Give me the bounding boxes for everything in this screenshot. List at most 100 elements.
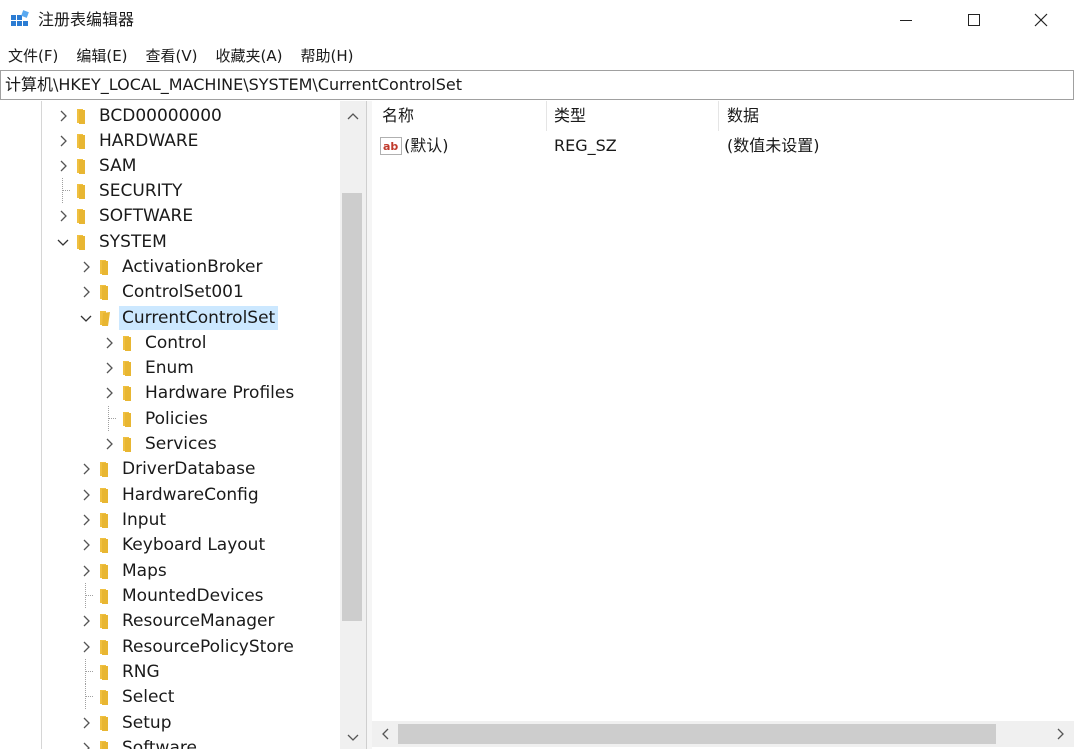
scroll-right-button[interactable] xyxy=(1048,721,1074,747)
tree-item-label: ResourcePolicyStore xyxy=(122,636,294,657)
folder-icon xyxy=(98,638,114,656)
chevron-right-icon[interactable] xyxy=(77,608,95,633)
tree-item-bcd00000000[interactable]: BCD00000000 xyxy=(54,103,225,128)
tree-item-label: MountedDevices xyxy=(122,585,264,606)
chevron-right-icon[interactable] xyxy=(77,558,95,583)
column-header-name[interactable]: 名称 xyxy=(372,101,546,131)
folder-icon xyxy=(98,587,114,605)
tree-item-select[interactable]: Select xyxy=(77,684,177,709)
menu-help[interactable]: 帮助(H) xyxy=(291,44,362,68)
tree-item-security[interactable]: SECURITY xyxy=(54,178,185,203)
chevron-right-icon[interactable] xyxy=(77,710,95,735)
chevron-right-icon[interactable] xyxy=(77,482,95,507)
chevron-down-icon[interactable] xyxy=(54,229,72,254)
tree-item-services[interactable]: Services xyxy=(100,431,220,456)
chevron-right-icon[interactable] xyxy=(77,279,95,304)
folder-icon xyxy=(98,562,114,580)
tree-item-label: RNG xyxy=(122,661,160,682)
folder-icon xyxy=(75,107,91,125)
scroll-thumb[interactable] xyxy=(398,724,996,744)
tree-item-label: Hardware Profiles xyxy=(145,382,295,403)
menu-favorites[interactable]: 收藏夹(A) xyxy=(207,44,292,68)
chevron-right-icon[interactable] xyxy=(77,456,95,481)
tree-divider xyxy=(41,101,42,749)
scroll-left-button[interactable] xyxy=(372,721,398,747)
tree-item-rng[interactable]: RNG xyxy=(77,659,163,684)
tree-item-hardware[interactable]: HARDWARE xyxy=(54,128,201,153)
address-bar[interactable]: 计算机\HKEY_LOCAL_MACHINE\SYSTEM\CurrentCon… xyxy=(0,70,1074,100)
chevron-right-icon[interactable] xyxy=(100,355,118,380)
tree-item-system[interactable]: SYSTEM xyxy=(54,229,170,254)
tree-item-activationbroker[interactable]: ActivationBroker xyxy=(77,254,265,279)
column-header-data[interactable]: 数据 xyxy=(717,101,1017,131)
folder-icon xyxy=(121,384,137,402)
folder-icon xyxy=(98,536,114,554)
maximize-icon xyxy=(966,12,982,28)
scroll-thumb[interactable] xyxy=(342,193,362,621)
folder-icon xyxy=(121,410,137,428)
tree-item-label: CurrentControlSet xyxy=(119,305,279,330)
tree-item-driverdatabase[interactable]: DriverDatabase xyxy=(77,456,258,481)
chevron-right-icon[interactable] xyxy=(77,735,95,749)
tree-item-maps[interactable]: Maps xyxy=(77,558,170,583)
tree-item-label: Control xyxy=(145,332,207,353)
chevron-down-icon[interactable] xyxy=(77,305,95,330)
tree-item-policies[interactable]: Policies xyxy=(100,406,211,431)
tree-item-software[interactable]: SOFTWARE xyxy=(54,203,196,228)
value-row[interactable]: ab (默认) REG_SZ (数值未设置) xyxy=(372,133,1072,159)
menu-file[interactable]: 文件(F) xyxy=(0,44,67,68)
tree-connector xyxy=(54,178,72,203)
close-icon xyxy=(1033,12,1049,28)
minimize-button[interactable] xyxy=(872,0,940,40)
chevron-right-icon[interactable] xyxy=(54,103,72,128)
tree-item-control[interactable]: Control xyxy=(100,330,209,355)
column-header-type[interactable]: 类型 xyxy=(544,101,718,131)
chevron-right-icon[interactable] xyxy=(54,203,72,228)
tree-item-sam[interactable]: SAM xyxy=(54,153,139,178)
tree-item-label: Maps xyxy=(122,560,167,581)
folder-icon xyxy=(98,511,114,529)
chevron-right-icon[interactable] xyxy=(77,254,95,279)
chevron-right-icon[interactable] xyxy=(54,153,72,178)
tree-item-currentcontrolset[interactable]: CurrentControlSet xyxy=(77,305,279,330)
minimize-icon xyxy=(898,12,914,28)
folder-icon xyxy=(98,283,114,301)
scroll-down-button[interactable] xyxy=(340,723,366,749)
tree-item-hardware-profiles[interactable]: Hardware Profiles xyxy=(100,380,297,405)
values-horizontal-scrollbar[interactable] xyxy=(372,721,1074,747)
tree-item-input[interactable]: Input xyxy=(77,507,169,532)
tree-vertical-scrollbar[interactable] xyxy=(340,101,366,749)
tree-item-label: BCD00000000 xyxy=(99,105,222,126)
tree-item-keyboard-layout[interactable]: Keyboard Layout xyxy=(77,532,268,557)
chevron-right-icon[interactable] xyxy=(100,330,118,355)
scroll-up-button[interactable] xyxy=(340,101,366,127)
tree-item-label: ActivationBroker xyxy=(122,256,263,277)
folder-icon xyxy=(98,486,114,504)
chevron-right-icon[interactable] xyxy=(54,128,72,153)
tree-item-resourcepolicystore[interactable]: ResourcePolicyStore xyxy=(77,634,297,659)
close-button[interactable] xyxy=(1007,0,1075,40)
tree-item-label: ResourceManager xyxy=(122,610,275,631)
folder-icon xyxy=(75,157,91,175)
tree-item-label: Enum xyxy=(145,357,194,378)
menu-view[interactable]: 查看(V) xyxy=(137,44,207,68)
folder-icon xyxy=(98,612,114,630)
chevron-right-icon[interactable] xyxy=(100,431,118,456)
tree-item-setup[interactable]: Setup xyxy=(77,710,174,735)
maximize-button[interactable] xyxy=(940,0,1008,40)
tree-item-enum[interactable]: Enum xyxy=(100,355,197,380)
tree-item-label: HardwareConfig xyxy=(122,484,259,505)
tree-item-software-system[interactable]: Software xyxy=(77,735,200,749)
chevron-right-icon[interactable] xyxy=(77,532,95,557)
chevron-right-icon[interactable] xyxy=(77,507,95,532)
tree-item-resourcemanager[interactable]: ResourceManager xyxy=(77,608,277,633)
chevron-right-icon[interactable] xyxy=(100,380,118,405)
tree-item-hardwareconfig[interactable]: HardwareConfig xyxy=(77,482,262,507)
string-value-icon: ab xyxy=(380,137,402,155)
chevron-right-icon[interactable] xyxy=(77,634,95,659)
tree-item-controlset001[interactable]: ControlSet001 xyxy=(77,279,247,304)
tree-item-mounteddevices[interactable]: MountedDevices xyxy=(77,583,267,608)
menu-edit[interactable]: 编辑(E) xyxy=(67,44,136,68)
folder-icon xyxy=(121,334,137,352)
folder-icon xyxy=(98,460,114,478)
